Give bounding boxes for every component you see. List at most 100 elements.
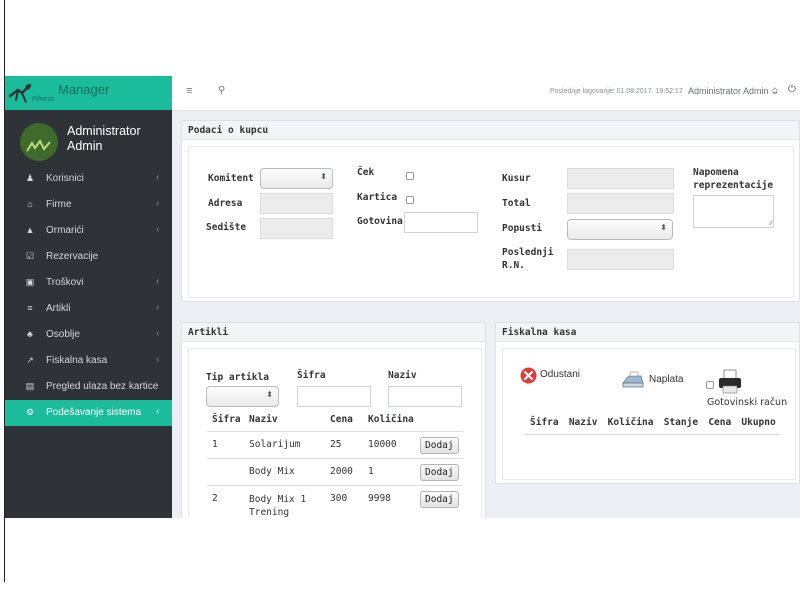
sidebar-item-artikli[interactable]: ≡ Artikli ‹ <box>5 296 172 322</box>
cek-checkbox[interactable] <box>406 172 414 180</box>
sidebar-item-fiskalna[interactable]: ↗ Fiskalna kasa ‹ <box>5 348 172 374</box>
sidebar-item-label: Artikli <box>46 303 71 314</box>
fiskalna-body: Odustani Naplata Gotovinski račun Šifra … <box>502 348 796 480</box>
poslednji-rn-field[interactable] <box>567 249 674 270</box>
cell-sifra: 2 <box>207 485 244 518</box>
artikli-panel-title: Artikli <box>188 327 229 338</box>
napomena-textarea[interactable]: ⁄⁄ <box>693 195 774 228</box>
col-kolicina: Količina <box>602 411 659 435</box>
kusur-label: Kusur <box>502 173 531 184</box>
dodaj-button[interactable]: Dodaj <box>420 464 459 481</box>
customer-form: Komitent ⬍ Adresa Sedište Ček Kartica Go… <box>188 146 794 298</box>
dodaj-button[interactable]: Dodaj <box>420 491 459 508</box>
sidebar-item-pregled[interactable]: ▤ Pregled ulaza bez kartice <box>5 374 172 400</box>
sifra-filter-input[interactable] <box>297 386 371 407</box>
artikli-body: Tip artikla Šifra Naziv ⬍ Šifra Naziv Ce… <box>188 348 482 518</box>
sidebar-item-label: Korisnici <box>46 173 84 184</box>
artikli-header-row: Šifra Naziv Cena Količina <box>207 407 463 432</box>
odustani-button[interactable]: Odustani <box>520 367 590 385</box>
sidebar-item-label: Firme <box>46 199 72 210</box>
popusti-select[interactable]: ⬍ <box>567 219 673 240</box>
chevron-left-icon: ‹ <box>156 172 160 183</box>
cell-cena: 2000 <box>325 458 363 486</box>
select-arrow-icon: ⬍ <box>320 172 327 181</box>
chevron-left-icon: ‹ <box>156 198 160 209</box>
home-icon[interactable]: ⌂ <box>772 85 778 96</box>
artikli-panel-header: Artikli <box>182 323 485 342</box>
artikli-table: Šifra Naziv Cena Količina 1 Solarijum 25… <box>207 407 463 518</box>
komitent-select[interactable]: ⬍ <box>260 168 333 189</box>
sidebar-item-osoblje[interactable]: ♣ Osoblje ‹ <box>5 322 172 348</box>
users-icon: ♣ <box>27 329 33 339</box>
hamburger-menu-icon[interactable]: ≡ <box>186 85 192 97</box>
check-square-icon: ☑ <box>25 251 35 261</box>
chevron-left-icon: ‹ <box>156 354 160 365</box>
total-field[interactable] <box>567 193 674 214</box>
user-icon: ♟ <box>25 173 35 183</box>
sidebar-item-rezervacije[interactable]: ☑ Rezervacije <box>5 244 172 270</box>
chevron-left-icon: ‹ <box>156 224 160 235</box>
user-menu[interactable]: Administrator Admin ⌄ <box>688 86 779 97</box>
chevron-left-icon: ‹ <box>156 276 160 287</box>
user-panel: Administrator Admin <box>5 110 172 166</box>
sidebar-item-podesavanje[interactable]: ⚙ Podešavanje sistema ‹ <box>5 400 172 426</box>
col-cena: Cena <box>325 407 363 432</box>
app-window: Manager Fitness Administrator Admin ♟ Kor… <box>5 76 800 518</box>
gotovina-field[interactable] <box>404 212 478 233</box>
gotovinski-checkbox[interactable] <box>706 381 714 389</box>
sidebar-item-korisnici[interactable]: ♟ Korisnici ‹ <box>5 166 172 192</box>
sidebar-item-label: Podešavanje sistema <box>46 407 142 418</box>
user-menu-label: Administrator Admin <box>688 86 769 96</box>
naplata-button[interactable]: Naplata <box>621 371 691 391</box>
cogs-icon: ⚙ <box>25 407 35 417</box>
avatar-logo-icon <box>26 139 54 155</box>
cancel-icon <box>520 367 537 384</box>
sidebar-item-troskovi[interactable]: ▣ Troškovi ‹ <box>5 270 172 296</box>
fiskalna-panel-title: Fiskalna kasa <box>502 327 577 338</box>
sidebar-item-label: Fiskalna kasa <box>46 355 108 366</box>
sidebar-item-label: Osoblje <box>46 329 80 340</box>
cell-action: Dodaj <box>415 485 463 518</box>
col-kolicina: Količina <box>363 407 415 432</box>
chevron-left-icon: ‹ <box>156 328 160 339</box>
col-cena: Cena <box>703 411 737 435</box>
cell-naziv: Solarijum <box>244 431 325 459</box>
table-row: Body Mix 2000 1 Dodaj <box>207 458 463 486</box>
naziv-filter-label: Naziv <box>388 370 417 381</box>
kartica-checkbox[interactable] <box>406 196 414 204</box>
printer-icon <box>719 369 741 394</box>
kusur-field[interactable] <box>567 168 674 189</box>
sediste-field[interactable] <box>260 218 333 239</box>
file-icon: ▤ <box>25 381 35 391</box>
sidebar-item-firme[interactable]: ⌂ Firme ‹ <box>5 192 172 218</box>
col-stanje: Stanje <box>658 411 704 435</box>
odustani-label: Odustani <box>540 369 581 380</box>
adresa-field[interactable] <box>260 193 333 214</box>
napomena-label: Napomena reprezentacije <box>693 167 774 191</box>
top-bar: ≡ ⚲ Poslednje logovanje: 01.08.2017. 19:… <box>172 76 800 111</box>
naziv-filter-input[interactable] <box>388 386 462 407</box>
cell-cena: 25 <box>325 431 363 459</box>
kartica-label: Kartica <box>357 192 398 203</box>
dodaj-button[interactable]: Dodaj <box>420 437 459 454</box>
sidebar-item-label: Ormarići <box>46 225 84 236</box>
cart-icon: ≡ <box>27 303 33 313</box>
cell-kolicina: 9998 <box>363 485 415 518</box>
institution-icon: ⌂ <box>27 199 33 209</box>
brand-bar[interactable]: Manager Fitness <box>5 76 172 110</box>
brand-subtitle: Fitness <box>32 96 55 103</box>
sidebar-item-label: Troškovi <box>46 277 84 288</box>
tip-artikla-select[interactable]: ⬍ <box>206 386 279 407</box>
fiskalna-panel-header: Fiskalna kasa <box>496 323 799 342</box>
power-icon[interactable]: ⏻ <box>788 84 796 95</box>
col-sifra: Šifra <box>207 407 244 432</box>
customer-panel-header: Podaci o kupcu <box>182 121 799 140</box>
fiskalna-panel: Fiskalna kasa Odustani Naplata Gotovinsk… <box>495 322 800 484</box>
avatar <box>20 123 58 161</box>
cell-naziv: Body Mix 1 Trening <box>244 485 325 518</box>
search-icon[interactable]: ⚲ <box>218 85 225 96</box>
sidebar-item-ormarici[interactable]: ▲ Ormarići ‹ <box>5 218 172 244</box>
cell-kolicina: 1 <box>363 458 415 486</box>
cell-sifra <box>207 458 244 486</box>
sifra-filter-label: Šifra <box>297 370 326 381</box>
